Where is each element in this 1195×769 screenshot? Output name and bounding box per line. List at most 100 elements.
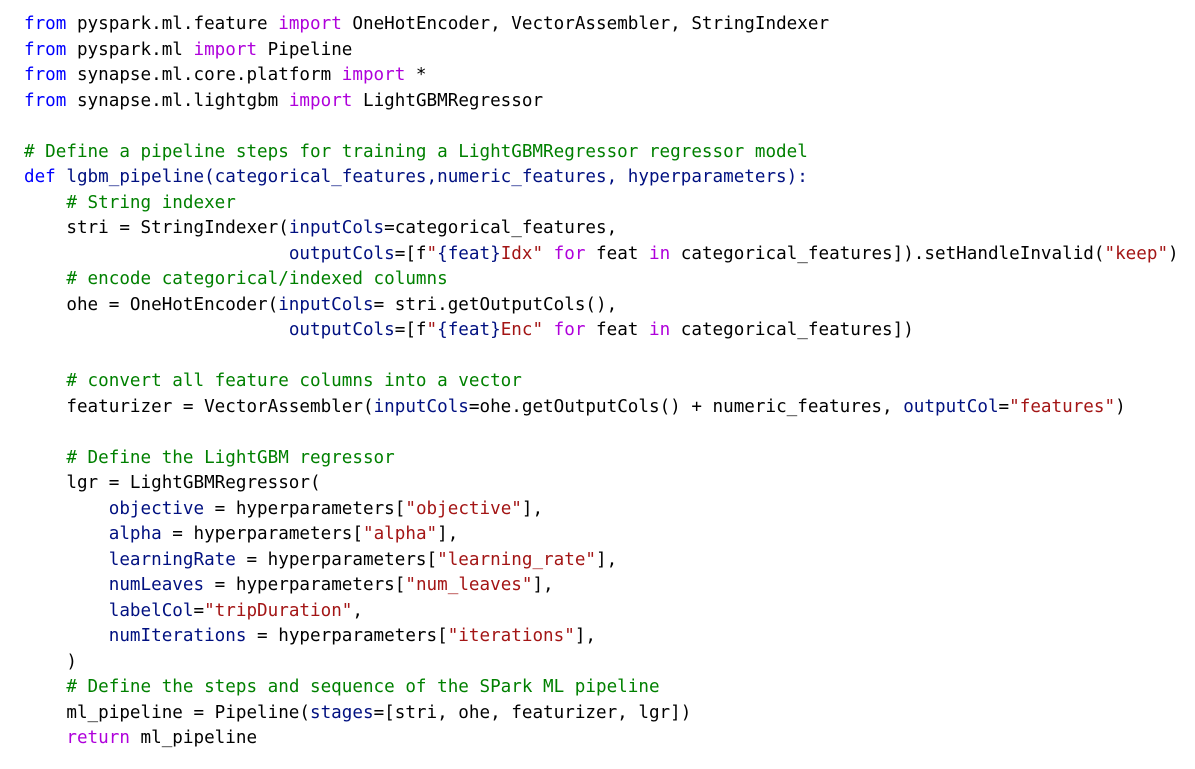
code-token: # Define a pipeline steps for training a… [24, 141, 808, 162]
code-token: OneHotEncoder, VectorAssembler, StringIn… [341, 14, 830, 34]
code-token: import [341, 65, 406, 85]
code-token: "num_leaves" [405, 575, 533, 595]
code-line: def lgbm_pipeline(categorical_features,n… [24, 165, 1179, 191]
code-token: learningRate [108, 549, 236, 570]
code-line: from pyspark.ml.feature import OneHotEnc… [24, 12, 1179, 38]
code-token: from [24, 65, 67, 85]
code-token: outputCols [288, 320, 395, 340]
code-line: ) [24, 650, 1179, 676]
code-line: # convert all feature columns into a vec… [24, 369, 1179, 395]
code-token: synapse.ml.lightgbm [66, 90, 289, 111]
code-token: # String indexer [66, 192, 236, 213]
code-token: return [66, 728, 130, 748]
code-line: learningRate = hyperparameters["learning… [24, 548, 1179, 574]
code-token: inputCols [288, 218, 385, 238]
code-line: from synapse.ml.core.platform import * [24, 63, 1179, 89]
code-line: # encode categorical/indexed columns [24, 267, 1179, 293]
code-token: {feat} [437, 320, 501, 340]
code-token: = hyperparameters[ [204, 498, 406, 519]
code-token: ) [1115, 396, 1126, 417]
code-token: def [24, 167, 56, 187]
code-token: outputCol [903, 396, 999, 417]
code-token: = hyperparameters[ [246, 626, 448, 646]
code-token: " [426, 320, 438, 340]
code-line: from pyspark.ml import Pipeline [24, 38, 1179, 64]
code-token: =[f [394, 320, 427, 340]
code-token: feat [585, 243, 649, 264]
code-token: feat [585, 320, 649, 340]
code-token: from [24, 14, 67, 34]
code-token: , [352, 600, 363, 621]
code-line: lgr = LightGBMRegressor( [24, 471, 1179, 497]
code-token: for [553, 243, 586, 264]
code-line: numIterations = hyperparameters["iterati… [24, 624, 1179, 650]
code-token: categorical_features]) [670, 320, 914, 340]
code-token: pyspark.ml.feature [66, 14, 279, 34]
code-token: # encode categorical/indexed columns [66, 269, 448, 289]
code-token: pyspark.ml [66, 39, 194, 60]
code-token: = hyperparameters[ [235, 549, 438, 570]
code-token: ], [521, 498, 544, 519]
code-editor[interactable]: from pyspark.ml.feature import OneHotEnc… [24, 12, 1179, 752]
code-token: ], [574, 626, 597, 646]
code-token: # Define the steps and sequence of the S… [66, 677, 660, 697]
code-token: import [288, 90, 353, 111]
code-line: ml_pipeline = Pipeline(stages=[stri, ohe… [24, 701, 1179, 727]
code-token: Pipeline [257, 39, 353, 60]
code-token: # Define the LightGBM regressor [66, 447, 395, 468]
code-token: ], [437, 524, 459, 544]
code-token: Enc" [500, 320, 544, 340]
code-token: {feat} [437, 243, 501, 264]
code-token: numIterations [108, 626, 247, 646]
code-token: * [405, 65, 427, 85]
code-token: "tripDuration" [204, 600, 353, 621]
code-token: lgbm_pipeline(categorical_features,numer… [55, 167, 808, 187]
code-token: ) [1168, 243, 1179, 264]
code-token: Idx" [500, 243, 544, 264]
code-line: # Define a pipeline steps for training a… [24, 140, 1179, 166]
code-line: # Define the steps and sequence of the S… [24, 675, 1179, 701]
code-token: from [24, 90, 67, 111]
code-line: outputCols=[f"{feat}Idx" for feat in cat… [24, 242, 1179, 268]
code-token: alpha [108, 524, 162, 544]
code-line: ohe = OneHotEncoder(inputCols= stri.getO… [24, 293, 1179, 319]
code-token: synapse.ml.core.platform [66, 65, 342, 85]
code-line: labelCol="tripDuration", [24, 599, 1179, 625]
code-token: LightGBMRegressor [352, 90, 544, 111]
code-token: =[f [394, 243, 427, 264]
code-token: = stri.getOutputCols(), [373, 294, 618, 315]
code-token: =ohe.getOutputCols() + numeric_features, [468, 396, 904, 417]
code-token: = hyperparameters[ [161, 524, 363, 544]
code-token: = hyperparameters[ [204, 575, 406, 595]
code-line: featurizer = VectorAssembler(inputCols=o… [24, 395, 1179, 421]
code-token: " [426, 243, 438, 264]
code-token: outputCols [288, 243, 395, 264]
code-token: =categorical_features, [384, 218, 618, 238]
code-token: import [278, 14, 342, 34]
code-token: objective [108, 498, 205, 519]
code-line: numLeaves = hyperparameters["num_leaves"… [24, 573, 1179, 599]
code-token: in [649, 320, 671, 340]
code-line: return ml_pipeline [24, 726, 1179, 752]
code-token: ml_pipeline = Pipeline( [24, 702, 310, 723]
code-line: outputCols=[f"{feat}Enc" for feat in cat… [24, 318, 1179, 344]
code-token: stri = StringIndexer( [24, 218, 289, 238]
code-token: inputCols [373, 396, 469, 417]
code-token: ], [532, 575, 554, 595]
code-token: categorical_features]).setHandleInvalid( [670, 243, 1105, 264]
code-token: ohe = OneHotEncoder( [24, 294, 279, 315]
